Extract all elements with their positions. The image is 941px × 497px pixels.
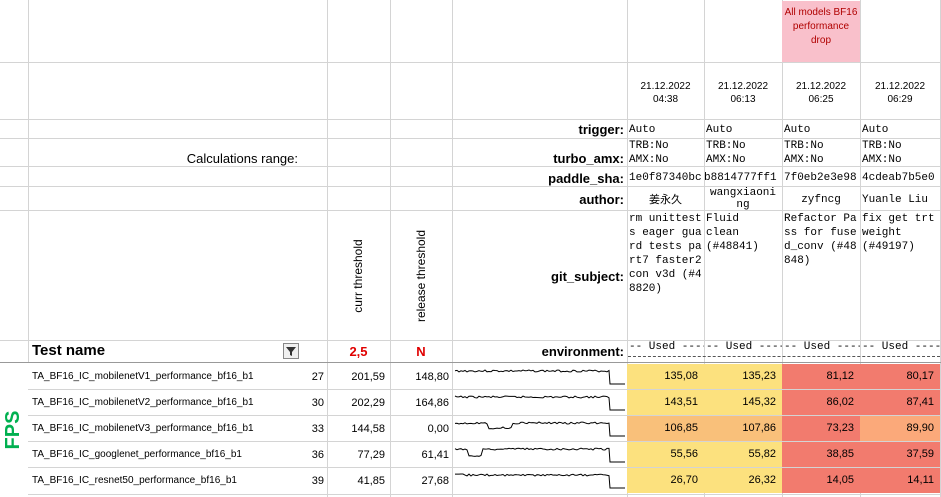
fps-group-label: FPS: [2, 410, 24, 450]
subject-3: Refactor Pass for fused_conv (#48848): [784, 213, 857, 267]
release-threshold-header: release threshold: [414, 229, 428, 323]
curr-threshold-value: 2,5: [349, 344, 368, 359]
row-index: 36: [311, 449, 324, 461]
sha-2: b8814777ff1: [704, 172, 777, 184]
author-2: wangxiaoni ng: [709, 187, 776, 211]
env-2: -- Used ----: [706, 341, 782, 353]
sparkline: [453, 365, 627, 388]
commit-date-1: 21.12.2022 04:38: [640, 81, 691, 105]
calculations-range-label: Calculations range:: [186, 151, 298, 166]
result-cell: 89,90: [860, 416, 940, 441]
subject-1: rm unittests eager guard tests part7 fas…: [629, 213, 702, 295]
turbo-4: TRB:No AMX:No: [862, 140, 902, 166]
result-cell: 38,85: [782, 442, 860, 467]
result-cell: 14,05: [782, 468, 860, 493]
turbo-1: TRB:No AMX:No: [629, 140, 669, 166]
result-cell: 55,82: [704, 442, 782, 467]
release-threshold: 0,00: [427, 423, 449, 435]
sha-3: 7f0eb2e3e98: [784, 172, 857, 184]
test-name: TA_BF16_IC_mobilenetV1_performance_bf16_…: [32, 371, 254, 382]
trigger-2: Auto: [706, 124, 733, 136]
test-name: TA_BF16_IC_resnet50_performance_bf16_b1: [32, 475, 237, 486]
release-threshold-value: N: [416, 344, 426, 359]
env-3: -- Used ----: [784, 341, 860, 353]
sparkline: [453, 443, 627, 466]
result-cell: 26,32: [704, 468, 782, 493]
sparkline: [453, 391, 627, 414]
curr-threshold: 41,85: [357, 475, 385, 487]
result-cell: 26,70: [627, 468, 704, 493]
subject-2: Fluid clean (#48841): [706, 213, 759, 253]
release-threshold: 61,41: [421, 449, 449, 461]
row-index: 30: [311, 397, 324, 409]
subject-4: fix get trt weight (#49197): [862, 213, 935, 253]
test-name: TA_BF16_IC_mobilenetV3_performance_bf16_…: [32, 423, 254, 434]
result-cell: 135,23: [704, 364, 782, 389]
row-index: 27: [311, 371, 324, 383]
sha-1: 1e0f87340bc: [629, 172, 702, 184]
commit-date-4: 21.12.2022 06:29: [874, 81, 926, 105]
env-1: -- Used ----: [629, 341, 704, 353]
result-cell: 80,17: [860, 364, 940, 389]
curr-threshold: 77,29: [357, 449, 385, 461]
trigger-label: trigger:: [578, 122, 625, 137]
filter-icon: [286, 347, 296, 356]
trigger-3: Auto: [784, 124, 811, 136]
author-1: 姜永久: [649, 194, 682, 206]
turbo-amx-label: turbo_amx:: [553, 151, 624, 166]
result-cell: 143,51: [627, 390, 704, 415]
environment-label: environment:: [541, 344, 624, 359]
result-cell: 55,56: [627, 442, 704, 467]
author-4: Yuanle Liu: [862, 194, 929, 206]
sparkline: [453, 417, 627, 440]
commit-date-3: 21.12.2022 06:25: [795, 81, 847, 105]
row-index: 33: [311, 423, 324, 435]
author-3: zyfncg: [801, 194, 841, 206]
release-threshold: 164,86: [415, 397, 449, 409]
commit-date-2: 21.12.2022 06:13: [717, 81, 769, 105]
sha-4: 4cdeab7b5e0: [862, 172, 935, 184]
result-cell: 14,11: [860, 468, 940, 493]
result-cell: 135,08: [627, 364, 704, 389]
test-name-header: Test name: [32, 342, 106, 359]
env-4: -- Used ----: [862, 341, 940, 353]
curr-threshold-header: curr threshold: [351, 239, 365, 313]
result-cell: 107,86: [704, 416, 782, 441]
paddle-sha-label: paddle_sha:: [548, 171, 624, 186]
result-cell: 87,41: [860, 390, 940, 415]
filter-button[interactable]: [283, 343, 299, 359]
trigger-4: Auto: [862, 124, 889, 136]
trigger-1: Auto: [629, 124, 656, 136]
git-subject-label: git_subject:: [551, 269, 624, 284]
curr-threshold: 144,58: [351, 423, 385, 435]
curr-threshold: 202,29: [351, 397, 385, 409]
release-threshold: 27,68: [421, 475, 449, 487]
result-cell: 106,85: [627, 416, 704, 441]
result-cell: 37,59: [860, 442, 940, 467]
performance-note-text: All models BF16 performance drop: [784, 7, 858, 46]
release-threshold: 148,80: [415, 371, 449, 383]
environment-underline: [628, 356, 940, 357]
result-cell: 81,12: [782, 364, 860, 389]
result-cell: 73,23: [782, 416, 860, 441]
result-cell: 86,02: [782, 390, 860, 415]
turbo-2: TRB:No AMX:No: [706, 140, 746, 166]
sparkline: [453, 469, 627, 492]
result-cell: 145,32: [704, 390, 782, 415]
turbo-3: TRB:No AMX:No: [784, 140, 824, 166]
curr-threshold: 201,59: [351, 371, 385, 383]
test-name: TA_BF16_IC_mobilenetV2_performance_bf16_…: [32, 397, 254, 408]
row-index: 39: [311, 475, 324, 487]
test-name: TA_BF16_IC_googlenet_performance_bf16_b1: [32, 449, 242, 460]
author-label: author:: [579, 192, 624, 207]
